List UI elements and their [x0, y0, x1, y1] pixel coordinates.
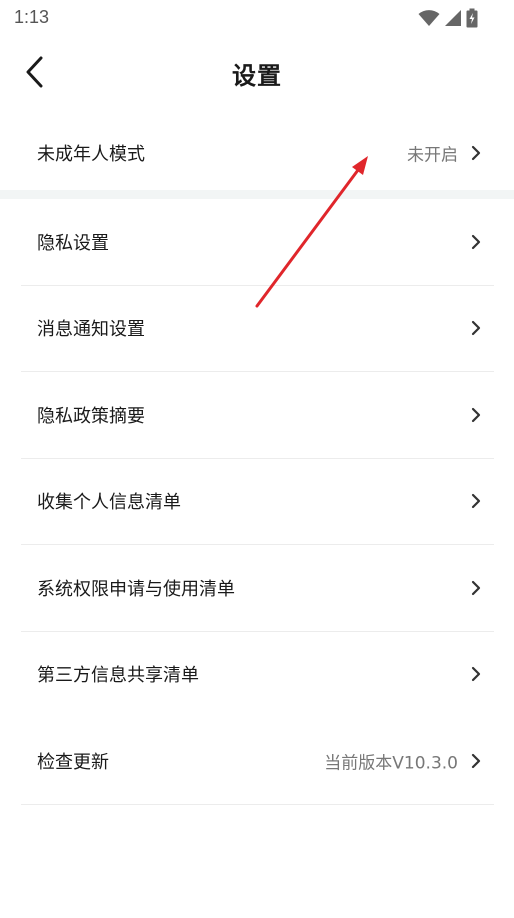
third-party-sharing-list-row[interactable]: 第三方信息共享清单: [0, 631, 514, 717]
check-update-row[interactable]: 检查更新 当前版本V10.3.0: [0, 718, 514, 804]
chevron-right-icon: [470, 145, 482, 161]
row-label: 隐私政策摘要: [37, 406, 145, 427]
chevron-right-icon: [470, 580, 482, 596]
row-label: 收集个人信息清单: [37, 492, 181, 513]
chevron-right-icon: [470, 234, 482, 250]
app-version: 当前版本V10.3.0: [324, 753, 458, 774]
minor-mode-row[interactable]: 未成年人模式 未开启: [0, 110, 514, 196]
system-permissions-list-row[interactable]: 系统权限申请与使用清单: [0, 545, 514, 631]
personal-info-list-row[interactable]: 收集个人信息清单: [0, 458, 514, 544]
row-label: 未成年人模式: [37, 144, 145, 165]
section-divider-band: [0, 190, 514, 199]
row-label: 检查更新: [37, 752, 109, 773]
wifi-icon: [418, 10, 440, 26]
chevron-right-icon: [470, 666, 482, 682]
cellular-signal-icon: [445, 10, 461, 26]
chevron-right-icon: [470, 753, 482, 769]
battery-charging-icon: [466, 8, 478, 28]
chevron-right-icon: [470, 407, 482, 423]
privacy-policy-summary-row[interactable]: 隐私政策摘要: [0, 372, 514, 458]
privacy-settings-row[interactable]: 隐私设置: [0, 199, 514, 285]
row-label: 第三方信息共享清单: [37, 665, 199, 686]
divider: [21, 804, 494, 805]
chevron-right-icon: [470, 320, 482, 336]
status-bar: 1:13: [0, 0, 514, 36]
status-icons: [418, 8, 478, 28]
row-label: 消息通知设置: [37, 319, 145, 340]
status-time: 1:13: [14, 7, 50, 27]
page-title: 设置: [232, 62, 282, 90]
notification-settings-row[interactable]: 消息通知设置: [0, 285, 514, 371]
row-label: 系统权限申请与使用清单: [37, 579, 235, 600]
minor-mode-status: 未开启: [407, 145, 458, 166]
top-bar: 设置: [0, 36, 514, 110]
chevron-right-icon: [470, 493, 482, 509]
row-label: 隐私设置: [37, 233, 109, 254]
